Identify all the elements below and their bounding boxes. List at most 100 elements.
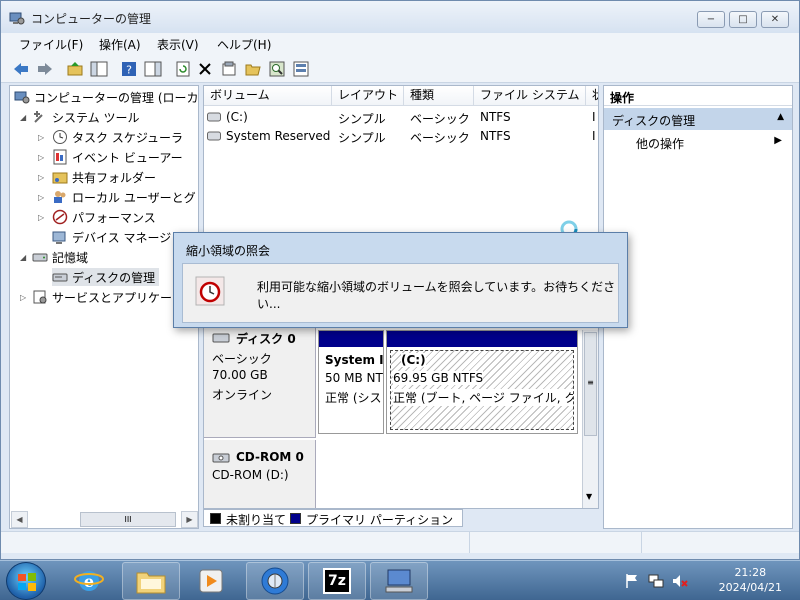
column-header-layout[interactable]: レイアウト [332,86,404,106]
cell-fs: NTFS [480,129,511,143]
expand-local-users-icon[interactable]: ▷ [38,193,44,202]
disk-0-name: ディスク 0 [236,332,296,346]
minimize-button[interactable]: − [697,11,725,28]
drive-icon [207,131,221,141]
taskbar-explorer[interactable] [122,562,180,600]
menu-file[interactable]: ファイル(F) [19,36,83,53]
toolbar: ? [1,55,799,83]
tree-task-scheduler[interactable]: タスク スケジューラ [52,128,183,146]
menu-help[interactable]: ヘルプ(H) [217,36,271,53]
scroll-down-icon[interactable]: ▼ [586,492,592,501]
expand-event-viewer-icon[interactable]: ▷ [38,153,44,162]
taskbar-network[interactable] [370,562,428,600]
search-button[interactable] [267,59,287,79]
help-button[interactable]: ? [119,59,139,79]
show-hide-action-pane-button[interactable] [143,59,163,79]
tree-system-tools[interactable]: システム ツール [32,108,139,126]
volume-muted-icon[interactable] [672,573,688,592]
tree-storage[interactable]: 記憶域 [32,248,88,266]
magnifier-icon [269,61,285,77]
drive-icon [207,112,221,122]
delete-icon [199,63,211,75]
actions-disk-management[interactable]: ディスクの管理 ▲ [604,108,792,130]
actions-header: 操作 [604,86,792,106]
menu-action[interactable]: 操作(A) [99,36,141,53]
legend-swatch-primary [290,513,301,524]
partition-c-size: 69.95 GB NTFS [393,371,484,385]
taskbar-computer-management[interactable] [246,562,304,600]
taskbar-clock[interactable]: 21:28 2024/04/21 [719,565,782,595]
disk-0-type: ベーシック [212,352,272,366]
cell-layout: シンプル [338,131,386,145]
cell-status: I [592,129,596,143]
tree-shared-folders[interactable]: 共有フォルダー [52,168,156,186]
taskbar-internet-explorer[interactable]: e [60,562,118,600]
action-center-flag-icon[interactable] [624,573,640,592]
tree-device-manager[interactable]: デバイス マネージ [52,228,171,246]
network-tray-icon[interactable] [648,573,664,592]
status-divider [641,532,642,553]
collapse-up-icon[interactable]: ▲ [777,112,784,122]
tree-scroll-thumb[interactable]: III [80,512,176,527]
computer-management-icon [261,567,289,595]
tree-disk-management[interactable]: ディスクの管理 [52,268,160,286]
expand-shared-folders-icon[interactable]: ▷ [38,173,44,182]
open-folder-button[interactable] [243,59,263,79]
tools-icon [34,111,43,123]
collapse-system-tools-icon[interactable]: ◢ [20,113,26,122]
cdrom-0-drive: CD-ROM (D:) [212,468,289,482]
legend-unallocated-label: 未割り当て [226,513,287,527]
tree-services[interactable]: サービスとアプリケー [32,288,172,306]
dialog-message: 利用可能な縮小領域のボリュームを照会しています。お待ちください... [257,280,616,311]
column-header-type[interactable]: 種類 [404,86,474,106]
actions-more[interactable]: 他の操作 ▶ [604,132,792,152]
refresh-button[interactable] [173,59,193,79]
tree-scroll-left[interactable]: ◀ [11,511,28,528]
forward-button[interactable] [35,59,55,79]
partition-c[interactable]: (C:) 69.95 GB NTFS 正常 (ブート, ページ ファイル, ク [386,330,578,434]
tree-device-manager-label: デバイス マネージ [72,230,172,245]
clock-time: 21:28 [734,566,767,579]
partition-system-reserved[interactable]: System I 50 MB NT 正常 (シス [318,330,384,434]
disk-0-size: 70.00 GB [212,368,268,382]
cell-type: ベーシック [410,112,470,126]
tree-event-viewer[interactable]: イベント ビューアー [52,148,183,166]
column-header-status[interactable]: 状 [586,86,598,106]
delete-button[interactable] [195,59,215,79]
table-row[interactable]: (C:) シンプル ベーシック NTFS I [204,108,598,126]
taskbar-media-player[interactable] [182,562,240,600]
network-computer-icon [385,569,413,593]
start-button[interactable] [6,562,46,600]
cdrom-0-info[interactable]: CD-ROM 0 CD-ROM (D:) [204,440,316,508]
disk-properties-button[interactable] [291,59,311,79]
collapse-storage-icon[interactable]: ◢ [20,253,26,262]
disk-map-scrollbar[interactable]: ≡ ▼ [582,330,598,508]
show-hide-tree-button[interactable] [89,59,109,79]
table-row[interactable]: System Reserved シンプル ベーシック NTFS I [204,127,598,145]
expand-services-icon[interactable]: ▷ [20,293,26,302]
back-button[interactable] [11,59,31,79]
up-folder-button[interactable] [65,59,85,79]
refresh-icon [176,61,190,77]
tree-local-users[interactable]: ローカル ユーザーとグ [52,188,196,206]
expand-performance-icon[interactable]: ▷ [38,213,44,222]
folder-icon [136,572,166,594]
column-header-volume[interactable]: ボリューム [204,86,332,106]
legend: 未割り当て プライマリ パーティション [203,509,463,527]
legend-primary-label: プライマリ パーティション [306,513,454,527]
tree-root[interactable]: コンピューターの管理 (ローカ [14,88,199,106]
maximize-button[interactable]: □ [729,11,757,28]
tree-disk-management-label: ディスクの管理 [72,270,156,285]
disk-0-info[interactable]: ディスク 0 ベーシック 70.00 GB オンライン [204,310,316,438]
properties-button[interactable] [219,59,239,79]
tree-performance[interactable]: パフォーマンス [52,208,156,226]
tree-scroll-right[interactable]: ▶ [181,511,198,528]
expand-task-scheduler-icon[interactable]: ▷ [38,133,44,142]
disk-map-scroll-thumb[interactable]: ≡ [584,332,597,436]
taskbar-7zip[interactable]: 7z [308,562,366,600]
column-header-filesystem[interactable]: ファイル システム [474,86,586,106]
close-button[interactable]: ✕ [761,11,789,28]
users-icon [54,191,66,203]
help-icon: ? [122,62,136,77]
menu-view[interactable]: 表示(V) [157,36,199,53]
